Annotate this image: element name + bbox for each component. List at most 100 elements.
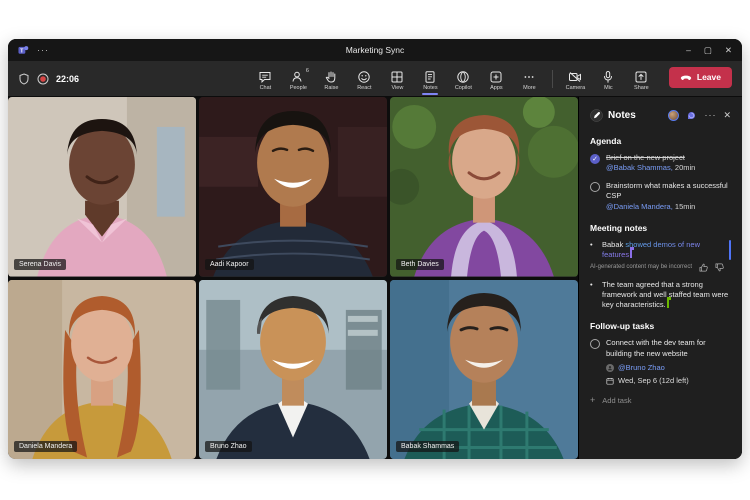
participant-video-beth <box>390 97 578 277</box>
agenda-checkbox-checked[interactable]: ✓ <box>590 154 600 164</box>
video-tile-babak-shammas[interactable]: Babak Shammas <box>390 279 578 459</box>
notes-panel: Notes ··· ✕ Agenda ✓ Brief on the new pr… <box>578 97 742 459</box>
agenda-mention[interactable]: @Daniela Mandera, <box>606 202 673 211</box>
more-button[interactable]: More <box>515 67 544 91</box>
toolbar-divider <box>551 69 553 88</box>
video-tile-beth-davies[interactable]: Beth Davies <box>390 97 578 277</box>
panel-more-icon[interactable]: ··· <box>704 110 716 120</box>
hangup-phone-icon <box>680 75 692 81</box>
remote-selection-bar <box>729 239 731 260</box>
leave-button[interactable]: Leave <box>668 66 732 88</box>
collaborator-avatar <box>668 109 680 121</box>
loop-component-icon <box>688 111 696 119</box>
task-checkbox-unchecked[interactable] <box>590 339 600 350</box>
agenda-item-text: Brief on the new project <box>606 153 685 162</box>
participant-name-tag: Daniela Mandera <box>14 441 78 452</box>
apps-button[interactable]: Apps <box>482 67 511 91</box>
remote-cursor-green <box>666 297 671 309</box>
video-tile-aadi-kapoor[interactable]: Aadi Kapoor <box>199 97 387 277</box>
share-icon <box>635 71 647 82</box>
apps-add-icon <box>490 71 502 82</box>
camera-off-icon <box>569 71 582 82</box>
participant-name-tag: Bruno Zhao <box>205 441 252 452</box>
participant-video-serena <box>8 97 196 277</box>
desktop-background: T ··· Marketing Sync – ▢ ✕ 22:06 Chat 6 … <box>0 0 750 500</box>
video-tile-bruno-zhao[interactable]: Bruno Zhao <box>199 279 387 459</box>
add-task-button[interactable]: + Add task <box>590 395 731 405</box>
meeting-toolbar: 22:06 Chat 6 People Raise React View Not… <box>8 61 742 97</box>
video-tile-daniela-mandera[interactable]: Daniela Mandera <box>8 279 196 459</box>
people-icon <box>292 71 302 82</box>
participant-name-tag: Beth Davies <box>396 258 444 270</box>
participant-video-aadi <box>199 97 387 277</box>
minimize-button[interactable]: – <box>686 45 691 56</box>
participant-video-daniela <box>8 279 196 459</box>
copilot-icon <box>457 70 470 83</box>
agenda-duration: 15min <box>674 201 696 211</box>
titlebar: T ··· Marketing Sync – ▢ ✕ <box>8 39 742 61</box>
meeting-note-1[interactable]: • Babak showed demos of new features <box>590 239 731 260</box>
followup-tasks-heading: Follow-up tasks <box>590 321 655 332</box>
participant-name-tag: Aadi Kapoor <box>205 258 254 270</box>
chat-icon <box>259 71 271 83</box>
agenda-checkbox-unchecked[interactable] <box>590 182 600 193</box>
task-due-date: Wed, Sep 6 (12d left) <box>618 376 689 386</box>
share-button[interactable]: Share <box>627 67 656 91</box>
chat-button[interactable]: Chat <box>251 67 280 91</box>
raise-hand-button[interactable]: Raise <box>317 67 346 91</box>
notes-icon <box>425 70 435 83</box>
meeting-note-2[interactable]: • The team agreed that a strong framewor… <box>590 280 731 310</box>
copilot-button[interactable]: Copilot <box>449 67 478 91</box>
camera-button[interactable]: Camera <box>561 67 590 91</box>
raise-hand-icon <box>326 71 336 82</box>
notes-app-icon <box>590 108 603 122</box>
ai-disclaimer-row: AI-generated content may be incorrect <box>590 263 731 272</box>
notes-button[interactable]: Notes <box>416 67 445 95</box>
video-tile-serena-davis[interactable]: Serena Davis <box>8 97 196 277</box>
window-title: Marketing Sync <box>345 45 405 55</box>
more-dots-icon <box>524 75 534 78</box>
agenda-mention[interactable]: @Babak Shammas, <box>606 163 673 172</box>
thumbs-up-icon[interactable] <box>699 263 708 272</box>
calendar-icon <box>606 377 614 385</box>
task-assignee[interactable]: @Bruno Zhao <box>618 363 665 372</box>
maximize-button[interactable]: ▢ <box>704 45 712 56</box>
agenda-heading: Agenda <box>590 136 622 146</box>
close-button[interactable]: ✕ <box>725 45 732 56</box>
shield-icon <box>19 72 29 85</box>
people-button[interactable]: 6 People <box>284 67 313 91</box>
recording-indicator-icon <box>37 73 49 84</box>
panel-close-icon[interactable]: ✕ <box>723 110 731 121</box>
thumbs-down-icon[interactable] <box>715 263 724 272</box>
mic-button[interactable]: Mic <box>594 67 623 91</box>
participant-name-tag: Babak Shammas <box>396 441 460 452</box>
view-button[interactable]: View <box>383 67 412 91</box>
ai-disclaimer-text: AI-generated content may be incorrect <box>590 264 693 271</box>
participant-video-babak <box>390 279 578 459</box>
agenda-item-1: ✓ Brief on the new project @Babak Shamma… <box>590 153 731 173</box>
react-button[interactable]: React <box>350 67 379 91</box>
plus-icon: + <box>590 395 596 406</box>
agenda-duration: 20min <box>674 163 696 173</box>
notes-panel-header: Notes ··· ✕ <box>590 105 731 125</box>
note-lead-text: Babak <box>602 239 626 249</box>
agenda-item-text: Brainstorm what makes a successful CSP <box>606 181 728 201</box>
task-text: Connect with the dev team for building t… <box>606 338 706 358</box>
react-smiley-icon <box>358 70 371 83</box>
remote-cursor-purple <box>630 246 635 258</box>
agenda-item-2: Brainstorm what makes a successful CSP @… <box>590 181 731 211</box>
mic-icon <box>604 70 613 83</box>
meeting-notes-heading: Meeting notes <box>590 222 648 233</box>
assignee-avatar-icon <box>606 363 614 372</box>
notes-panel-title: Notes <box>608 109 636 121</box>
people-count-badge: 6 <box>305 67 309 74</box>
meeting-timer: 22:06 <box>56 73 80 84</box>
participant-video-bruno <box>199 279 387 459</box>
followup-task-1: Connect with the dev team for building t… <box>590 338 731 385</box>
video-grid: Serena Davis Aadi Kapoor Beth Davies Dan… <box>8 97 578 459</box>
view-grid-icon <box>391 71 403 82</box>
add-task-label: Add task <box>602 395 632 405</box>
teams-meeting-window: T ··· Marketing Sync – ▢ ✕ 22:06 Chat 6 … <box>8 39 742 459</box>
participant-name-tag: Serena Davis <box>14 258 67 270</box>
note-text: The team agreed that a strong framework … <box>602 279 729 310</box>
